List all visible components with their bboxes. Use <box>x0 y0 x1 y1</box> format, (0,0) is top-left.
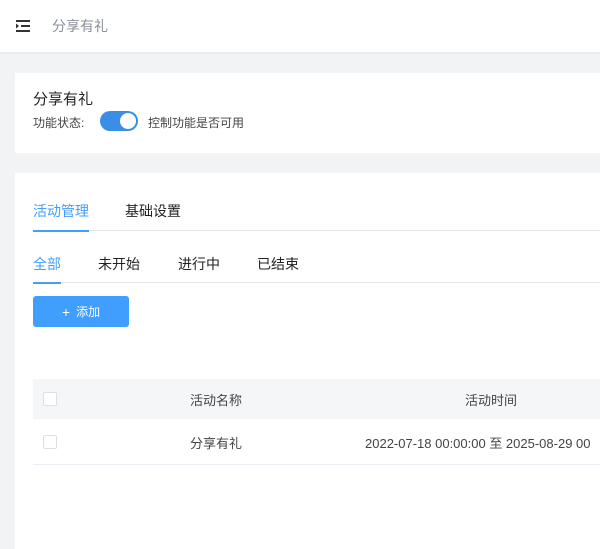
add-button[interactable]: + 添加 <box>33 296 129 327</box>
tab-label: 进行中 <box>178 256 220 272</box>
tab-ended[interactable]: 已结束 <box>257 255 299 283</box>
tab-label: 基础设置 <box>125 203 181 219</box>
tab-label: 全部 <box>33 256 61 272</box>
switch-knob <box>120 113 136 129</box>
row-checkbox[interactable] <box>43 435 57 449</box>
top-bar: 分享有礼 <box>0 0 600 52</box>
feature-status-card: 分享有礼 功能状态: 控制功能是否可用 <box>15 73 600 153</box>
breadcrumb: 分享有礼 <box>52 18 108 34</box>
column-header-time: 活动时间 <box>465 393 518 408</box>
tab-label: 未开始 <box>98 256 140 272</box>
tab-all[interactable]: 全部 <box>33 255 61 284</box>
add-button-label: 添加 <box>76 305 101 319</box>
cell-activity-time: 2022-07-18 00:00:00 至 2025-08-29 00 <box>365 436 591 451</box>
status-filter-tabs: 全部 未开始 进行中 已结束 <box>33 255 600 284</box>
tab-not-started[interactable]: 未开始 <box>98 255 140 283</box>
table-row[interactable]: 分享有礼 2022-07-18 00:00:00 至 2025-08-29 00 <box>33 419 600 465</box>
select-all-checkbox[interactable] <box>43 392 57 406</box>
activity-table: 活动名称 活动时间 分享有礼 2022-07-18 00:00:00 至 202… <box>33 379 600 465</box>
status-label: 功能状态: <box>33 116 85 130</box>
tab-active-indicator <box>33 230 89 232</box>
plus-icon: + <box>61 303 71 320</box>
tab-in-progress[interactable]: 进行中 <box>178 255 220 283</box>
tab-label: 已结束 <box>257 256 299 272</box>
cell-activity-name: 分享有礼 <box>190 436 243 451</box>
status-description: 控制功能是否可用 <box>148 116 245 130</box>
menu-collapse-icon[interactable] <box>16 19 30 33</box>
column-header-name: 活动名称 <box>190 393 243 408</box>
tab-basic-settings[interactable]: 基础设置 <box>125 201 181 231</box>
activity-card: 活动管理 基础设置 全部 未开始 进行中 已结束 + 添加 活动名称 活动时间 <box>15 173 600 549</box>
tab-label: 活动管理 <box>33 203 89 219</box>
tab-active-indicator <box>33 282 61 284</box>
primary-tabs: 活动管理 基础设置 <box>33 201 600 232</box>
feature-toggle-switch[interactable] <box>100 111 138 131</box>
tab-activity-management[interactable]: 活动管理 <box>33 201 89 232</box>
table-header: 活动名称 活动时间 <box>33 379 600 419</box>
feature-title: 分享有礼 <box>33 91 94 108</box>
